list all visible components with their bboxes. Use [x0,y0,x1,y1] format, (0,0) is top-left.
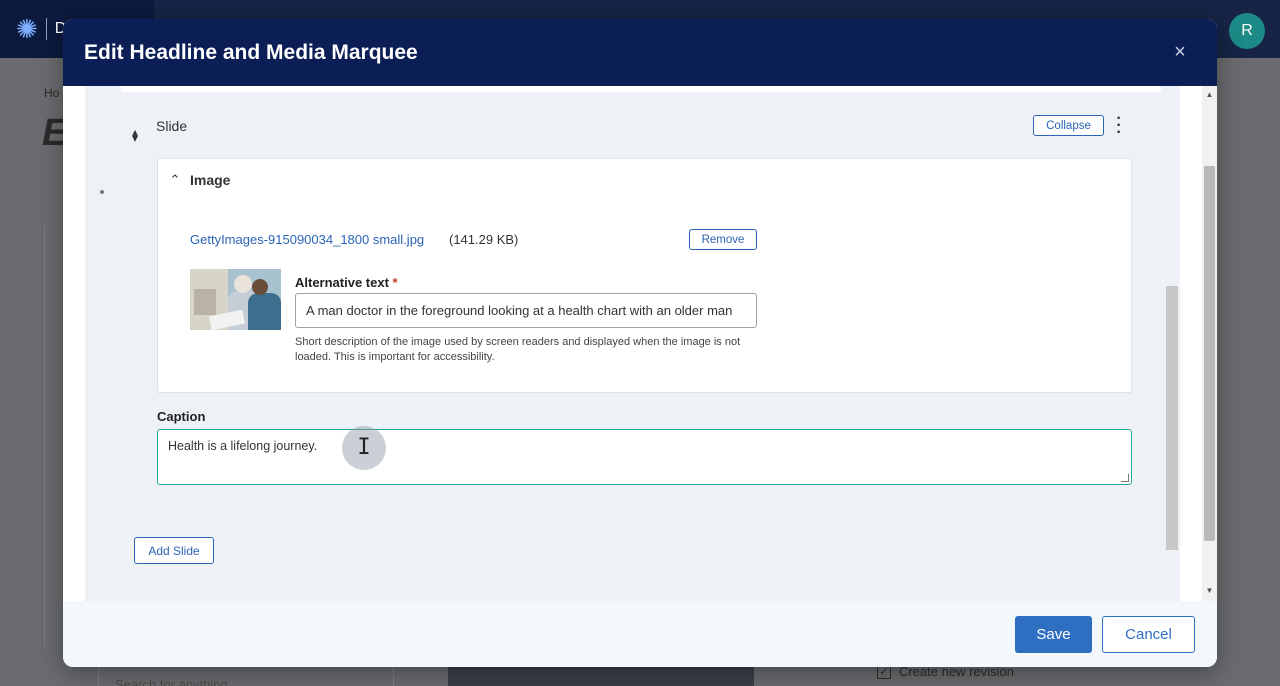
image-section-title: Image [190,172,231,188]
add-slide-button[interactable]: Add Slide [134,537,214,564]
modal-scrollbar[interactable]: ▲ ▼ [1202,86,1217,601]
alt-text-label-text: Alternative text [295,275,389,290]
resize-grip-icon[interactable] [1121,474,1129,482]
caption-text: Health is a lifelong journey. [168,439,318,453]
image-section-header[interactable]: ⌃ Image [168,172,231,188]
scroll-up-icon[interactable]: ▲ [1202,90,1217,100]
caption-textarea[interactable]: Health is a lifelong journey. [157,429,1132,485]
required-mark: * [392,275,398,290]
drag-handle-icon[interactable]: ▴ ▾ [129,126,141,144]
kebab-menu-icon[interactable]: · · · [1113,111,1125,141]
user-avatar[interactable]: R [1229,13,1265,49]
remove-image-button[interactable]: Remove [689,229,757,250]
background-image [448,666,754,686]
modal-header: Edit Headline and Media Marquee × [63,19,1217,86]
background-search-input: Search for anything [98,666,394,686]
alt-text-label: Alternative text * [295,275,398,290]
image-section: ⌃ Image GettyImages-915090034_1800 small… [157,158,1132,393]
edit-modal: Edit Headline and Media Marquee × ▴ ▾ Sli… [63,19,1217,667]
image-file-size: (141.29 KB) [449,232,519,247]
scroll-thumb[interactable] [1204,166,1215,541]
collapse-button[interactable]: Collapse [1033,115,1104,136]
close-icon[interactable]: × [1167,39,1193,65]
previous-section-edge [121,86,1161,92]
image-thumbnail [190,269,281,330]
cancel-button[interactable]: Cancel [1102,616,1195,653]
brand-burst-icon: ✺ [16,14,38,44]
modal-body: ▴ ▾ Slide Collapse · · · ⌃ Image GettyImage… [63,86,1217,601]
panel-divider [44,226,45,646]
alt-text-input[interactable]: A man doctor in the foreground looking a… [295,293,757,328]
modal-footer: Save Cancel [63,601,1217,667]
slide-label: Slide [156,118,188,134]
slide-form-area: ▴ ▾ Slide Collapse · · · ⌃ Image GettyImage… [85,86,1180,601]
modal-title: Edit Headline and Media Marquee [84,40,418,64]
scroll-down-icon[interactable]: ▼ [1202,586,1217,596]
chevron-up-icon: ⌃ [169,172,181,187]
text-cursor-icon: I [357,435,371,460]
alt-text-help: Short description of the image used by s… [295,336,741,363]
inner-scroll-thumb[interactable] [1166,286,1178,550]
caption-label: Caption [157,409,206,424]
image-file-link[interactable]: GettyImages-915090034_1800 small.jpg [190,232,424,247]
logo-separator [45,18,47,40]
breadcrumb: Ho [44,86,60,100]
list-bullet [100,190,104,194]
save-button[interactable]: Save [1015,616,1092,653]
